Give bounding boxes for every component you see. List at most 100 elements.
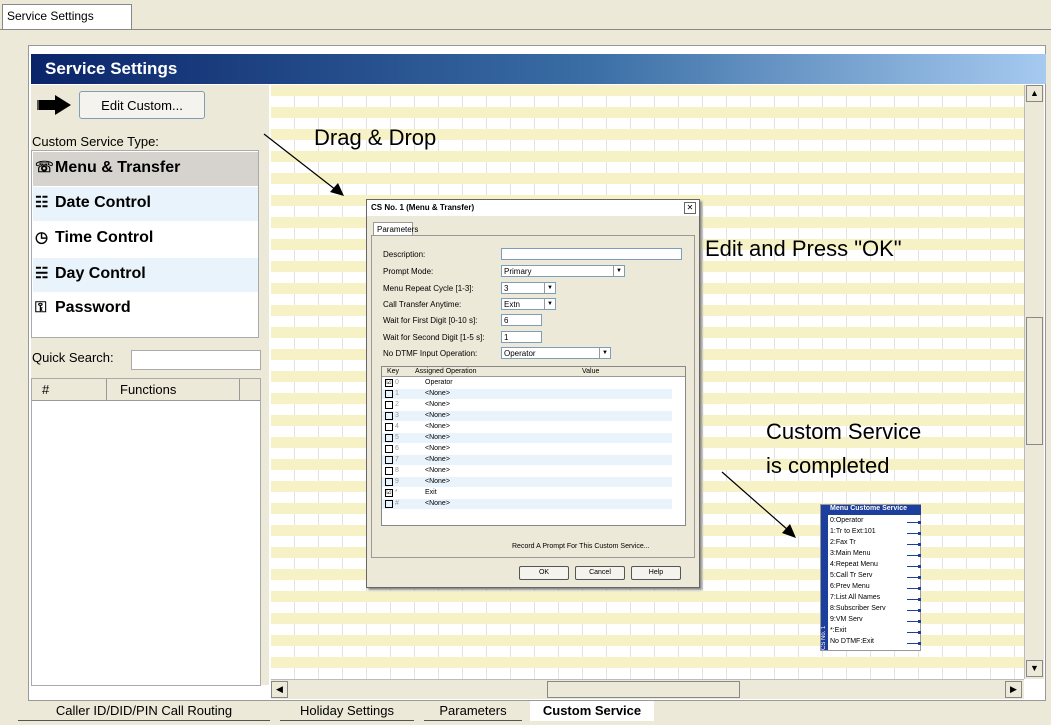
col-number[interactable]: # [42,382,49,397]
row-key: * [395,489,398,496]
custom-service-node[interactable]: Menu Custome Service CS No. 1 0:Operator… [820,504,921,651]
row-operation: <None> [425,500,450,507]
col-key[interactable]: Key [387,368,399,375]
cancel-button[interactable]: Cancel [575,566,625,580]
col-functions[interactable]: Functions [120,382,176,397]
call-transfer-value: Extn [504,300,521,309]
row-checkbox[interactable] [385,390,393,398]
service-type-day-control[interactable]: ☵ Day Control [33,258,258,292]
wait-second-field[interactable]: 1 [501,331,542,343]
node-item[interactable]: 6:Prev Menu [830,583,870,590]
tab-caller-id-routing[interactable]: Caller ID/DID/PIN Call Routing [18,701,270,721]
call-transfer-select[interactable]: Extn ▼ [501,298,556,310]
tab-service-settings[interactable]: Service Settings [2,4,132,30]
node-item[interactable]: *:Exit [830,627,846,634]
col-assigned-operation[interactable]: Assigned Operation [415,368,476,375]
row-checkbox[interactable] [385,412,393,420]
horizontal-scrollbar[interactable]: ◀ ▶ [271,679,1024,699]
table-row[interactable]: 1 <None> [382,389,672,399]
bottom-tab-bar: Caller ID/DID/PIN Call Routing Holiday S… [0,701,1051,725]
quick-search-input[interactable] [131,350,261,370]
node-connector-icon[interactable] [907,620,921,623]
table-row[interactable]: 2 <None> [382,400,672,410]
prompt-mode-select[interactable]: Primary ▼ [501,265,625,277]
row-checkbox[interactable] [385,445,393,453]
row-checkbox[interactable] [385,467,393,475]
row-checkbox[interactable]: ☑ [385,379,393,387]
tab-holiday-settings[interactable]: Holiday Settings [280,701,414,721]
vertical-scroll-thumb[interactable] [1026,317,1043,445]
scroll-left-button[interactable]: ◀ [271,681,288,698]
help-button[interactable]: Help [631,566,681,580]
node-connector-icon[interactable] [907,554,921,557]
row-operation: <None> [425,390,450,397]
prompt-mode-value: Primary [504,267,532,276]
node-item[interactable]: 7:List All Names [830,594,880,601]
record-prompt-link[interactable]: Record A Prompt For This Custom Service.… [512,543,650,550]
node-connector-icon[interactable] [907,565,921,568]
edit-custom-button[interactable]: Edit Custom... [79,91,205,119]
scroll-right-button[interactable]: ▶ [1005,681,1022,698]
table-row[interactable]: 3 <None> [382,411,672,421]
wait-first-field[interactable]: 6 [501,314,542,326]
table-row[interactable]: ☑ 0 Operator [382,378,672,388]
node-item[interactable]: 4:Repeat Menu [830,561,878,568]
row-checkbox[interactable] [385,434,393,442]
node-item[interactable]: No DTMF:Exit [830,638,874,645]
service-type-menu-transfer[interactable]: ☏Menu & Transfer [33,152,258,186]
row-operation: <None> [425,467,450,474]
description-field[interactable] [501,248,682,260]
menu-repeat-select[interactable]: 3 ▼ [501,282,556,294]
table-row[interactable]: # <None> [382,499,672,509]
col-value[interactable]: Value [582,368,599,375]
node-connector-icon[interactable] [907,532,921,535]
table-row[interactable]: ☑ * Exit [382,488,672,498]
node-item[interactable]: 0:Operator [830,517,863,524]
table-row[interactable]: 6 <None> [382,444,672,454]
node-connector-icon[interactable] [907,609,921,612]
table-row[interactable]: 9 <None> [382,477,672,487]
node-item[interactable]: 8:Subscriber Serv [830,605,886,612]
scroll-down-button[interactable]: ▼ [1026,660,1043,677]
row-checkbox[interactable] [385,456,393,464]
row-operation: Operator [425,379,453,386]
node-connector-icon[interactable] [907,576,921,579]
node-item[interactable]: 2:Fax Tr [830,539,856,546]
row-checkbox[interactable]: ☑ [385,489,393,497]
node-connector-icon[interactable] [907,598,921,601]
tab-custom-service[interactable]: Custom Service [530,701,654,721]
row-checkbox[interactable] [385,423,393,431]
page-title: Service Settings [31,54,1046,84]
no-dtmf-select[interactable]: Operator ▼ [501,347,611,359]
table-row[interactable]: 8 <None> [382,466,672,476]
node-item[interactable]: 9:VM Serv [830,616,863,623]
tab-parameters[interactable]: Parameters [424,701,522,721]
node-item[interactable]: 3:Main Menu [830,550,870,557]
vertical-scrollbar[interactable]: ▲ ▼ [1024,85,1044,679]
node-connector-icon[interactable] [907,631,921,634]
node-connector-icon[interactable] [907,642,921,645]
scroll-up-button[interactable]: ▲ [1026,85,1043,102]
node-connector-icon[interactable] [907,521,921,524]
service-type-password[interactable]: ⚿ Password [33,293,258,327]
node-item[interactable]: 5:Call Tr Serv [830,572,872,579]
node-connector-icon[interactable] [907,587,921,590]
row-checkbox[interactable] [385,401,393,409]
annotation-edit-ok: Edit and Press "OK" [705,236,902,261]
table-row[interactable]: 7 <None> [382,455,672,465]
row-operation: <None> [425,423,450,430]
table-row[interactable]: 5 <None> [382,433,672,443]
tab-divider [0,29,1051,30]
node-item[interactable]: 1:Tr to Ext:101 [830,528,876,535]
row-checkbox[interactable] [385,500,393,508]
node-connector-icon[interactable] [907,543,921,546]
table-row[interactable]: 4 <None> [382,422,672,432]
annotation-completed-line1: Custom Service [766,419,922,444]
tab-parameters[interactable]: Parameters [373,222,418,236]
service-type-time-control[interactable]: ◷ Time Control [33,222,258,256]
ok-button[interactable]: OK [519,566,569,580]
horizontal-scroll-thumb[interactable] [547,681,740,698]
service-type-date-control[interactable]: ☷ Date Control [33,187,258,221]
row-checkbox[interactable] [385,478,393,486]
close-icon[interactable]: ✕ [684,202,696,214]
